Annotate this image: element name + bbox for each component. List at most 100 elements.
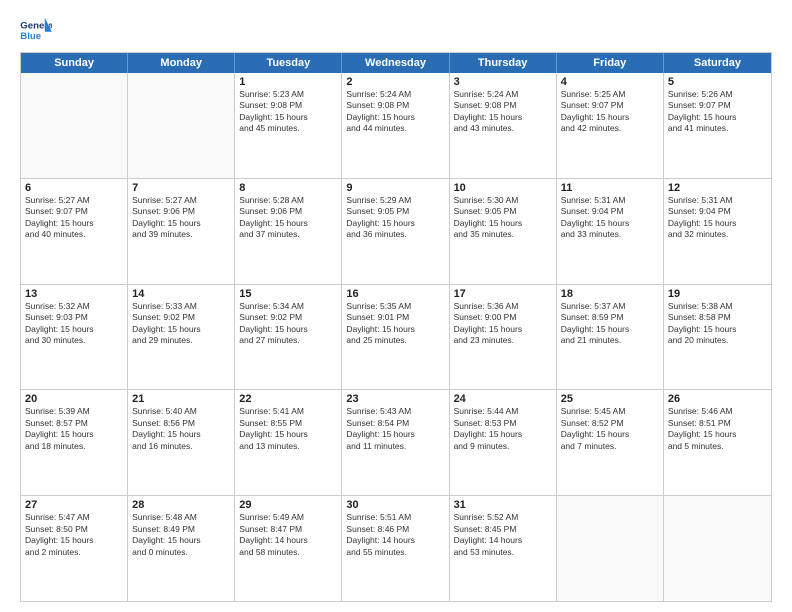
calendar-cell: 4Sunrise: 5:25 AM Sunset: 9:07 PM Daylig… xyxy=(557,73,664,178)
svg-text:Blue: Blue xyxy=(20,31,41,42)
calendar-cell xyxy=(21,73,128,178)
cell-info: Sunrise: 5:47 AM Sunset: 8:50 PM Dayligh… xyxy=(25,512,123,558)
day-number: 10 xyxy=(454,182,552,194)
day-number: 19 xyxy=(668,288,767,300)
day-number: 8 xyxy=(239,182,337,194)
cell-info: Sunrise: 5:48 AM Sunset: 8:49 PM Dayligh… xyxy=(132,512,230,558)
cell-info: Sunrise: 5:33 AM Sunset: 9:02 PM Dayligh… xyxy=(132,301,230,347)
day-number: 21 xyxy=(132,393,230,405)
day-number: 27 xyxy=(25,499,123,511)
cell-info: Sunrise: 5:46 AM Sunset: 8:51 PM Dayligh… xyxy=(668,406,767,452)
day-number: 15 xyxy=(239,288,337,300)
day-number: 3 xyxy=(454,76,552,88)
day-number: 14 xyxy=(132,288,230,300)
header-day-thursday: Thursday xyxy=(450,53,557,73)
calendar-cell xyxy=(557,496,664,601)
calendar-cell: 18Sunrise: 5:37 AM Sunset: 8:59 PM Dayli… xyxy=(557,285,664,390)
calendar: SundayMondayTuesdayWednesdayThursdayFrid… xyxy=(20,52,772,602)
calendar-cell: 7Sunrise: 5:27 AM Sunset: 9:06 PM Daylig… xyxy=(128,179,235,284)
day-number: 5 xyxy=(668,76,767,88)
calendar-cell: 23Sunrise: 5:43 AM Sunset: 8:54 PM Dayli… xyxy=(342,390,449,495)
calendar-row-2: 13Sunrise: 5:32 AM Sunset: 9:03 PM Dayli… xyxy=(21,284,771,390)
header-day-monday: Monday xyxy=(128,53,235,73)
calendar-cell: 3Sunrise: 5:24 AM Sunset: 9:08 PM Daylig… xyxy=(450,73,557,178)
cell-info: Sunrise: 5:43 AM Sunset: 8:54 PM Dayligh… xyxy=(346,406,444,452)
calendar-cell: 27Sunrise: 5:47 AM Sunset: 8:50 PM Dayli… xyxy=(21,496,128,601)
day-number: 17 xyxy=(454,288,552,300)
calendar-cell: 20Sunrise: 5:39 AM Sunset: 8:57 PM Dayli… xyxy=(21,390,128,495)
calendar-header: SundayMondayTuesdayWednesdayThursdayFrid… xyxy=(21,53,771,73)
header-day-tuesday: Tuesday xyxy=(235,53,342,73)
day-number: 16 xyxy=(346,288,444,300)
calendar-cell: 19Sunrise: 5:38 AM Sunset: 8:58 PM Dayli… xyxy=(664,285,771,390)
calendar-cell: 1Sunrise: 5:23 AM Sunset: 9:08 PM Daylig… xyxy=(235,73,342,178)
calendar-row-3: 20Sunrise: 5:39 AM Sunset: 8:57 PM Dayli… xyxy=(21,389,771,495)
calendar-row-1: 6Sunrise: 5:27 AM Sunset: 9:07 PM Daylig… xyxy=(21,178,771,284)
cell-info: Sunrise: 5:32 AM Sunset: 9:03 PM Dayligh… xyxy=(25,301,123,347)
cell-info: Sunrise: 5:45 AM Sunset: 8:52 PM Dayligh… xyxy=(561,406,659,452)
calendar-cell: 17Sunrise: 5:36 AM Sunset: 9:00 PM Dayli… xyxy=(450,285,557,390)
day-number: 11 xyxy=(561,182,659,194)
cell-info: Sunrise: 5:31 AM Sunset: 9:04 PM Dayligh… xyxy=(561,195,659,241)
cell-info: Sunrise: 5:44 AM Sunset: 8:53 PM Dayligh… xyxy=(454,406,552,452)
calendar-cell: 8Sunrise: 5:28 AM Sunset: 9:06 PM Daylig… xyxy=(235,179,342,284)
day-number: 31 xyxy=(454,499,552,511)
calendar-cell: 2Sunrise: 5:24 AM Sunset: 9:08 PM Daylig… xyxy=(342,73,449,178)
day-number: 29 xyxy=(239,499,337,511)
cell-info: Sunrise: 5:37 AM Sunset: 8:59 PM Dayligh… xyxy=(561,301,659,347)
header-day-saturday: Saturday xyxy=(664,53,771,73)
calendar-cell: 6Sunrise: 5:27 AM Sunset: 9:07 PM Daylig… xyxy=(21,179,128,284)
day-number: 18 xyxy=(561,288,659,300)
day-number: 24 xyxy=(454,393,552,405)
calendar-cell: 9Sunrise: 5:29 AM Sunset: 9:05 PM Daylig… xyxy=(342,179,449,284)
calendar-cell: 24Sunrise: 5:44 AM Sunset: 8:53 PM Dayli… xyxy=(450,390,557,495)
cell-info: Sunrise: 5:36 AM Sunset: 9:00 PM Dayligh… xyxy=(454,301,552,347)
day-number: 28 xyxy=(132,499,230,511)
calendar-cell: 30Sunrise: 5:51 AM Sunset: 8:46 PM Dayli… xyxy=(342,496,449,601)
logo: General Blue xyxy=(20,16,52,44)
calendar-cell: 22Sunrise: 5:41 AM Sunset: 8:55 PM Dayli… xyxy=(235,390,342,495)
calendar-cell xyxy=(128,73,235,178)
cell-info: Sunrise: 5:24 AM Sunset: 9:08 PM Dayligh… xyxy=(346,89,444,135)
calendar-cell: 16Sunrise: 5:35 AM Sunset: 9:01 PM Dayli… xyxy=(342,285,449,390)
calendar-cell: 29Sunrise: 5:49 AM Sunset: 8:47 PM Dayli… xyxy=(235,496,342,601)
cell-info: Sunrise: 5:49 AM Sunset: 8:47 PM Dayligh… xyxy=(239,512,337,558)
calendar-cell: 31Sunrise: 5:52 AM Sunset: 8:45 PM Dayli… xyxy=(450,496,557,601)
cell-info: Sunrise: 5:24 AM Sunset: 9:08 PM Dayligh… xyxy=(454,89,552,135)
cell-info: Sunrise: 5:25 AM Sunset: 9:07 PM Dayligh… xyxy=(561,89,659,135)
day-number: 20 xyxy=(25,393,123,405)
cell-info: Sunrise: 5:23 AM Sunset: 9:08 PM Dayligh… xyxy=(239,89,337,135)
day-number: 2 xyxy=(346,76,444,88)
day-number: 30 xyxy=(346,499,444,511)
cell-info: Sunrise: 5:40 AM Sunset: 8:56 PM Dayligh… xyxy=(132,406,230,452)
day-number: 12 xyxy=(668,182,767,194)
logo-icon: General Blue xyxy=(20,16,52,44)
cell-info: Sunrise: 5:35 AM Sunset: 9:01 PM Dayligh… xyxy=(346,301,444,347)
day-number: 6 xyxy=(25,182,123,194)
calendar-cell: 10Sunrise: 5:30 AM Sunset: 9:05 PM Dayli… xyxy=(450,179,557,284)
cell-info: Sunrise: 5:27 AM Sunset: 9:07 PM Dayligh… xyxy=(25,195,123,241)
page: General Blue SundayMondayTuesdayWednesda… xyxy=(0,0,792,612)
calendar-cell: 11Sunrise: 5:31 AM Sunset: 9:04 PM Dayli… xyxy=(557,179,664,284)
calendar-cell: 13Sunrise: 5:32 AM Sunset: 9:03 PM Dayli… xyxy=(21,285,128,390)
day-number: 4 xyxy=(561,76,659,88)
cell-info: Sunrise: 5:51 AM Sunset: 8:46 PM Dayligh… xyxy=(346,512,444,558)
calendar-cell: 5Sunrise: 5:26 AM Sunset: 9:07 PM Daylig… xyxy=(664,73,771,178)
calendar-cell: 12Sunrise: 5:31 AM Sunset: 9:04 PM Dayli… xyxy=(664,179,771,284)
calendar-cell: 26Sunrise: 5:46 AM Sunset: 8:51 PM Dayli… xyxy=(664,390,771,495)
cell-info: Sunrise: 5:27 AM Sunset: 9:06 PM Dayligh… xyxy=(132,195,230,241)
header-day-sunday: Sunday xyxy=(21,53,128,73)
calendar-cell: 14Sunrise: 5:33 AM Sunset: 9:02 PM Dayli… xyxy=(128,285,235,390)
cell-info: Sunrise: 5:30 AM Sunset: 9:05 PM Dayligh… xyxy=(454,195,552,241)
header: General Blue xyxy=(20,16,772,44)
day-number: 26 xyxy=(668,393,767,405)
cell-info: Sunrise: 5:29 AM Sunset: 9:05 PM Dayligh… xyxy=(346,195,444,241)
calendar-row-4: 27Sunrise: 5:47 AM Sunset: 8:50 PM Dayli… xyxy=(21,495,771,601)
day-number: 22 xyxy=(239,393,337,405)
cell-info: Sunrise: 5:31 AM Sunset: 9:04 PM Dayligh… xyxy=(668,195,767,241)
day-number: 23 xyxy=(346,393,444,405)
calendar-cell: 25Sunrise: 5:45 AM Sunset: 8:52 PM Dayli… xyxy=(557,390,664,495)
day-number: 13 xyxy=(25,288,123,300)
day-number: 25 xyxy=(561,393,659,405)
calendar-cell: 15Sunrise: 5:34 AM Sunset: 9:02 PM Dayli… xyxy=(235,285,342,390)
